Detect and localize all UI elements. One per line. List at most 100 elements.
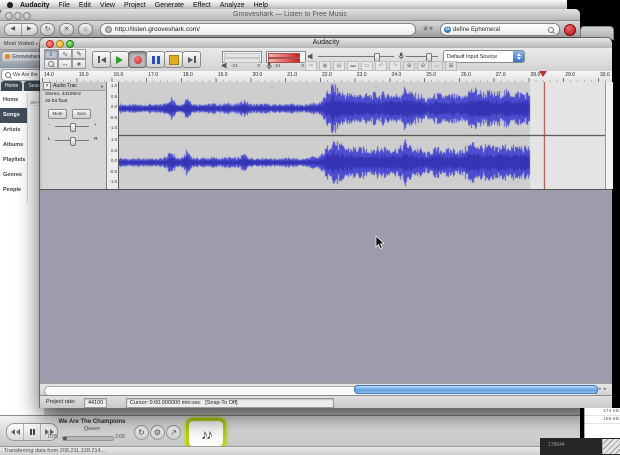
now-playing-artist: Queen <box>83 426 101 432</box>
stop-button[interactable]: ✕ <box>59 23 74 36</box>
previous-track-button[interactable] <box>7 424 23 440</box>
trim-icon[interactable]: ▬ <box>347 61 359 71</box>
gear-icon[interactable]: ⚙ <box>150 425 165 440</box>
menu-analyze[interactable]: Analyze <box>220 2 245 9</box>
fit-selection-icon[interactable]: ↔ <box>431 61 443 71</box>
track-menu-arrow-icon[interactable]: ▼ <box>100 84 104 89</box>
menu-edit[interactable]: Edit <box>79 2 91 9</box>
url-field[interactable]: http://listen.grooveshark.com/ <box>100 23 416 36</box>
background-window-footer: 178644 <box>540 438 620 455</box>
vscale-label: -1.0 <box>109 125 117 131</box>
skip-start-button[interactable] <box>92 51 111 68</box>
sidebar-item-home[interactable]: Home <box>0 93 27 108</box>
progress-bar[interactable] <box>62 436 114 441</box>
mute-button[interactable]: Mute <box>48 109 67 119</box>
project-rate-value[interactable]: 44100 <box>84 398 108 408</box>
menu-project[interactable]: Project <box>124 2 146 9</box>
vscale-label: 0.0 <box>111 158 117 164</box>
menu-audacity[interactable]: Audacity <box>20 2 50 9</box>
vscale-label: -1.0 <box>109 179 117 185</box>
gain-slider[interactable] <box>55 123 89 132</box>
solo-button[interactable]: Solo <box>72 109 91 119</box>
song-row[interactable]: We A <box>28 97 41 106</box>
ruler-label: 30.0 <box>600 72 610 78</box>
home-button[interactable]: ⌂ <box>78 23 93 36</box>
slider-thumb[interactable] <box>70 123 76 132</box>
pan-slider[interactable] <box>55 137 89 146</box>
grooveshark-search-field[interactable]: We Are the <box>1 69 45 81</box>
envelope-tool[interactable]: ∿ <box>58 49 72 59</box>
progress-fill <box>63 437 67 440</box>
vscale-label: -0.5 <box>109 114 117 120</box>
sidebar-item-albums[interactable]: Albums <box>0 138 27 153</box>
resize-grip[interactable] <box>602 439 620 454</box>
menu-help[interactable]: Help <box>254 2 268 9</box>
zoom-in-icon[interactable]: ⊕ <box>403 61 415 71</box>
pause-button[interactable] <box>23 424 40 440</box>
share-icon[interactable]: ↗ <box>166 425 181 440</box>
apple-menu-icon[interactable] <box>7 2 13 8</box>
audacity-toolbar: I ∿ ✎ ↔ ∗ -21 0 -21 0 Default Input Sour… <box>40 48 612 72</box>
ruler-label: 17.0 <box>148 72 158 78</box>
gain-plus-label: + <box>94 123 97 128</box>
url-text: http://listen.grooveshark.com/ <box>115 26 200 33</box>
sidebar-item-playlists[interactable]: Playlists <box>0 153 27 168</box>
paste-icon[interactable]: ▤ <box>333 61 345 71</box>
loop-icon[interactable]: ↻ <box>134 425 149 440</box>
most-visited-bookmark[interactable]: Most Visited <box>4 41 34 47</box>
output-volume-slider[interactable] <box>318 53 394 62</box>
cut-icon[interactable]: ✂ <box>305 61 317 71</box>
selection-tool[interactable]: I <box>44 49 58 59</box>
skip-end-button[interactable] <box>182 51 201 68</box>
record-button[interactable] <box>128 51 147 68</box>
reload-button[interactable]: ↻ <box>40 23 55 36</box>
web-search-field[interactable]: G define Ephemeral <box>440 23 560 36</box>
adblock-icon[interactable] <box>564 24 576 36</box>
vscale-label: 0.5 <box>111 93 117 99</box>
input-volume-slider[interactable] <box>406 53 438 62</box>
grooveshark-search-text: We Are the <box>13 72 38 78</box>
sidebar-item-artists[interactable]: Artists <box>0 123 27 138</box>
menu-file[interactable]: File <box>59 2 70 9</box>
zoom-out-icon[interactable]: ⊖ <box>417 61 429 71</box>
scrollbar-arrows-icon[interactable]: ◂ ▸ <box>598 386 607 392</box>
pan-left-label: L <box>48 137 51 142</box>
menu-effect[interactable]: Effect <box>193 2 211 9</box>
zoom-tool[interactable] <box>44 59 58 69</box>
tab-home[interactable]: Home <box>1 81 23 91</box>
timeshift-tool[interactable]: ↔ <box>58 59 72 69</box>
track-header[interactable]: × Audio Trac ▼ <box>42 82 106 91</box>
stop-transport-button[interactable] <box>164 51 183 68</box>
bookmark-star-icon[interactable]: ★▾ <box>422 24 433 33</box>
redo-icon[interactable]: ↷ <box>389 61 401 71</box>
sidebar-item-songs[interactable]: Songs <box>0 108 27 123</box>
back-button[interactable]: ◀ <box>5 24 22 35</box>
grooveshark-sidebar: Home Songs Artists Albums Playlists Genres Peo… <box>0 93 28 203</box>
vscale-label: 1.0 <box>111 137 117 142</box>
draw-tool[interactable]: ✎ <box>72 49 86 59</box>
project-rate-label: Project rate: <box>46 399 76 405</box>
scrollbar-thumb[interactable] <box>354 384 598 394</box>
menu-generate[interactable]: Generate <box>155 2 184 9</box>
close-track-icon[interactable]: × <box>43 82 51 90</box>
forward-button[interactable]: ▶ <box>22 24 38 35</box>
waveform[interactable] <box>119 82 605 189</box>
microphone-icon <box>266 62 272 69</box>
music-note-button[interactable]: ♪♪ <box>186 418 226 449</box>
vertical-scrollbar[interactable] <box>605 82 613 189</box>
multi-tool[interactable]: ∗ <box>72 59 86 69</box>
silence-icon[interactable]: ▭ <box>361 61 373 71</box>
ruler-label: 27.0 <box>495 72 506 78</box>
fit-project-icon[interactable]: ⊞ <box>445 61 457 71</box>
play-button[interactable] <box>110 51 129 68</box>
sidebar-item-genres[interactable]: Genres <box>0 168 27 183</box>
slider-thumb[interactable] <box>70 137 76 146</box>
pause-transport-button[interactable] <box>146 51 165 68</box>
copy-icon[interactable]: ▣ <box>319 61 331 71</box>
tool-palette: I ∿ ✎ ↔ ∗ <box>44 49 89 70</box>
audacity-title: Audacity <box>312 39 340 46</box>
ruler-label: 26.0 <box>461 72 471 78</box>
sidebar-item-people[interactable]: People <box>0 183 27 198</box>
undo-icon[interactable]: ↶ <box>375 61 387 71</box>
menu-view[interactable]: View <box>100 2 115 9</box>
